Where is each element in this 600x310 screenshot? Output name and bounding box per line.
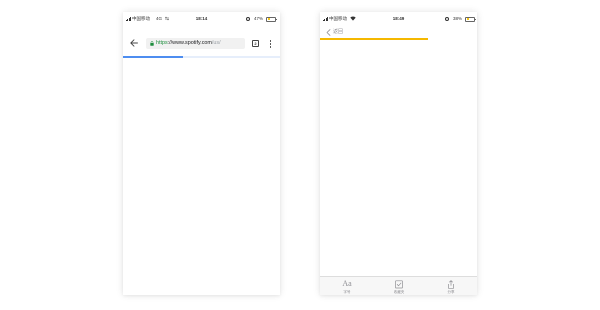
status-bar: 中国移动 4G 18:14 47% xyxy=(123,12,280,26)
status-bar: 中国移动 18:49 38% xyxy=(320,12,477,26)
url-scheme: https xyxy=(156,40,168,46)
url-path: /us/ xyxy=(211,40,221,46)
bottom-tab-bar: Aa 字号 收藏夹 分享 xyxy=(320,276,477,295)
font-size-icon: Aa xyxy=(342,279,352,288)
font-size-button[interactable]: Aa 字号 xyxy=(334,277,360,295)
lock-icon xyxy=(150,41,154,46)
battery-percent: 38% xyxy=(453,16,463,21)
add-to-favorites-button[interactable]: 收藏夹 xyxy=(386,277,412,295)
favorites-label: 收藏夹 xyxy=(393,290,405,294)
page-load-progress-fill xyxy=(320,38,429,40)
battery-percent: 47% xyxy=(254,16,264,21)
url-text: https://www.spotify.com/us/ xyxy=(156,38,221,49)
back-arrow-icon[interactable] xyxy=(129,38,139,48)
bookmark-add-icon xyxy=(395,280,403,289)
page-load-progress xyxy=(320,38,477,40)
chevron-left-icon[interactable] xyxy=(326,29,331,36)
font-size-label: 字号 xyxy=(343,290,351,294)
in-app-browser-phone-screen: 中国移动 18:49 38% 返回 Aa 字号 收藏夹 分享 xyxy=(320,12,477,295)
alarm-icon xyxy=(445,17,449,21)
page-load-progress xyxy=(123,56,280,58)
address-bar[interactable]: https://www.spotify.com/us/ xyxy=(146,38,245,49)
browser-toolbar: https://www.spotify.com/us/ 2 xyxy=(123,29,280,58)
browser-phone-screen: 中国移动 4G 18:14 47% https://www.spotify.co… xyxy=(123,12,280,295)
alarm-icon xyxy=(246,17,250,21)
battery-icon xyxy=(266,16,277,22)
url-host: ://www.spotify.com xyxy=(167,40,212,46)
back-button[interactable]: 返回 xyxy=(333,29,343,36)
tabs-icon[interactable]: 2 xyxy=(252,40,259,47)
share-icon xyxy=(448,280,454,289)
battery-icon xyxy=(465,16,476,22)
navigation-bar: 返回 xyxy=(320,26,477,38)
share-label: 分享 xyxy=(447,290,455,294)
page-load-progress-fill xyxy=(123,56,183,58)
more-icon[interactable] xyxy=(269,40,272,48)
share-button[interactable]: 分享 xyxy=(438,277,464,295)
